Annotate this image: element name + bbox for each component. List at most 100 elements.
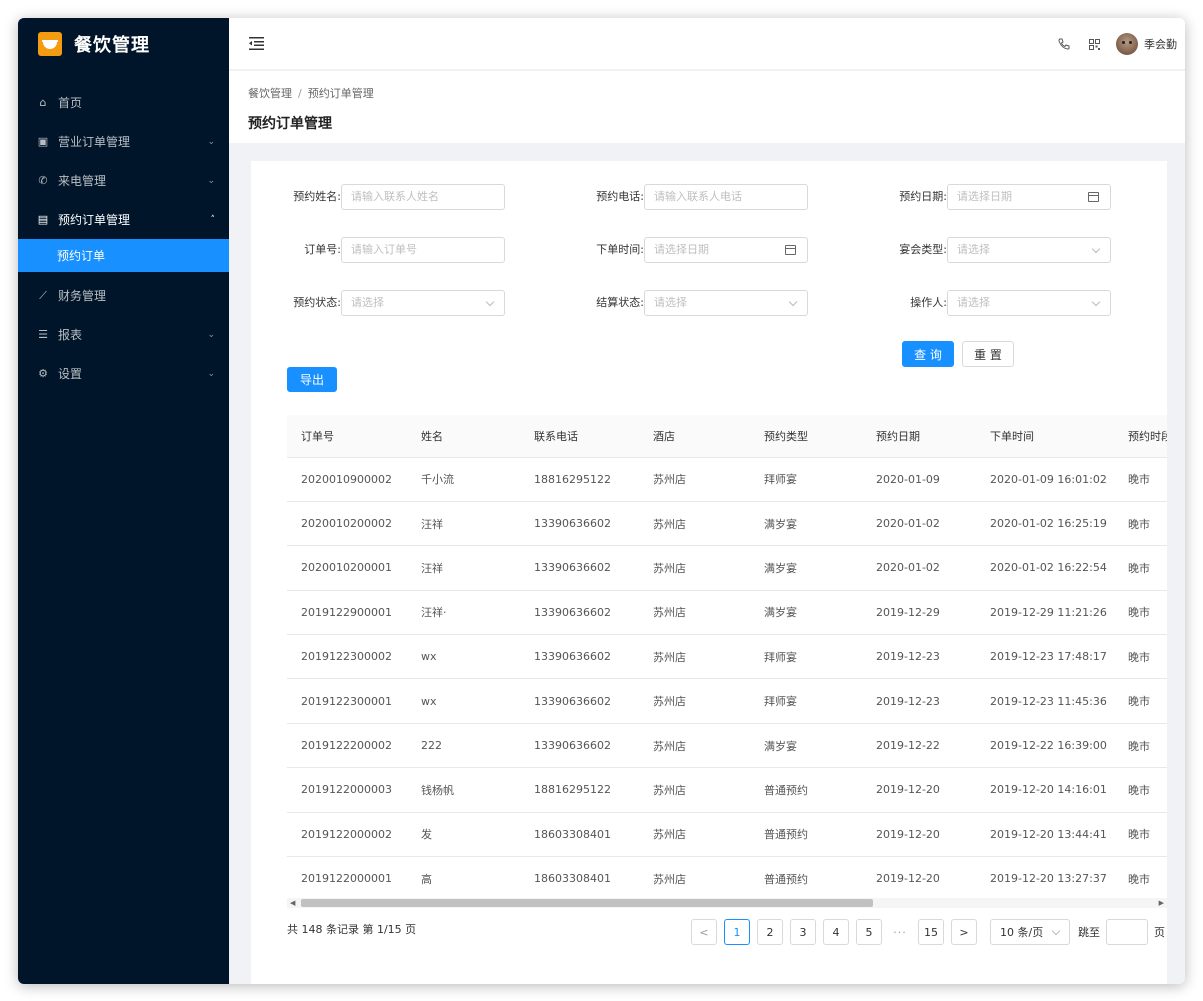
column-header: 预约时段 xyxy=(1114,415,1167,458)
order-icon: ▣ xyxy=(37,135,49,148)
phone-label: 预约电话: xyxy=(596,190,644,203)
page-button[interactable]: 2 xyxy=(757,919,783,945)
column-header: 预约日期 xyxy=(862,415,976,458)
status-select[interactable]: 请选择 xyxy=(341,290,505,316)
order-time-picker[interactable]: 请选择日期 xyxy=(644,237,808,263)
cell-date: 2019-12-23 xyxy=(862,678,976,724)
table-row[interactable]: 2019122000002 发 18603308401 苏州店 普通预约 201… xyxy=(287,812,1167,858)
sidebar-item-booking-orders[interactable]: ▤ 预约订单管理 ˄ xyxy=(18,200,229,239)
calendar-icon xyxy=(1088,192,1099,202)
cell-phone: 13390636602 xyxy=(520,545,639,591)
cell-phone: 13390636602 xyxy=(520,678,639,724)
sidebar-item-label: 报表 xyxy=(58,328,83,342)
cell-hotel: 苏州店 xyxy=(639,723,750,769)
chevron-down-icon: ⌄ xyxy=(207,368,215,379)
table-row[interactable]: 2019122200002 222 13390636602 苏州店 满岁宴 20… xyxy=(287,723,1167,769)
cell-order-time: 2020-01-09 16:01:02 xyxy=(976,457,1114,502)
operator-select[interactable]: 请选择 xyxy=(947,290,1111,316)
banquet-type-select[interactable]: 请选择 xyxy=(947,237,1111,263)
cell-type: 满岁宴 xyxy=(750,501,862,547)
top-header: 季会勤 xyxy=(229,18,1185,70)
page-button[interactable]: 3 xyxy=(790,919,816,945)
menu-fold-icon[interactable] xyxy=(249,37,264,50)
cell-type: 满岁宴 xyxy=(750,545,862,591)
table-row[interactable]: 2019122900001 汪祥· 13390636602 苏州店 满岁宴 20… xyxy=(287,590,1167,636)
phone-icon: ✆ xyxy=(38,174,48,187)
reset-button[interactable]: 重 置 xyxy=(962,341,1014,367)
next-page-button[interactable]: > xyxy=(951,919,977,945)
table-row[interactable]: 2020010900002 千小流 18816295122 苏州店 拜师宴 20… xyxy=(287,457,1167,502)
chevron-down-icon xyxy=(788,297,798,307)
page-button[interactable]: 4 xyxy=(823,919,849,945)
cell-name: 汪祥· xyxy=(407,590,520,636)
jump-page-input[interactable] xyxy=(1106,919,1148,945)
chart-icon: ⟋ xyxy=(39,288,47,302)
cell-order-time: 2019-12-22 16:39:00 xyxy=(976,723,1114,769)
banquet-type-label: 宴会类型: xyxy=(899,243,947,256)
sidebar-menu: ⌂ 首页 ▣ 营业订单管理 ⌄ ✆ 来电管理 ⌄ ▤ 预约订单管理 ˄ 预约订单… xyxy=(18,83,229,393)
order-time-placeholder: 请选择日期 xyxy=(654,243,709,256)
sidebar-item-finance[interactable]: ⟋ 财务管理 xyxy=(18,276,229,315)
cell-order-time: 2019-12-23 11:45:36 xyxy=(976,678,1114,724)
breadcrumb-root[interactable]: 餐饮管理 xyxy=(248,87,292,100)
page-size-select[interactable]: 10 条/页 xyxy=(990,919,1070,945)
cell-name: wx xyxy=(407,678,520,724)
cell-date: 2019-12-22 xyxy=(862,723,976,769)
phone-input[interactable]: 请输入联系人电话 xyxy=(644,184,808,210)
username[interactable]: 季会勤 xyxy=(1144,36,1177,52)
cell-order-no: 2019122300001 xyxy=(287,678,407,724)
settle-status-label: 结算状态: xyxy=(596,296,644,309)
chevron-down-icon xyxy=(485,297,495,307)
qrcode-icon[interactable] xyxy=(1086,36,1102,52)
chevron-down-icon xyxy=(1091,244,1101,254)
sidebar-subitem-booking-order[interactable]: 预约订单 xyxy=(18,239,229,272)
sidebar-item-reports[interactable]: ☰ 报表 ⌄ xyxy=(18,315,229,354)
page-button[interactable]: 5 xyxy=(856,919,882,945)
ellipsis-more[interactable]: ··· xyxy=(889,919,911,945)
sidebar-item-settings[interactable]: ⚙ 设置 ⌄ xyxy=(18,354,229,393)
cell-name: 222 xyxy=(407,723,520,769)
scroll-left-icon[interactable]: ◀ xyxy=(290,898,295,908)
horizontal-scrollbar[interactable]: ◀ ▶ xyxy=(287,898,1167,908)
table-row[interactable]: 2020010200002 汪祥 13390636602 苏州店 满岁宴 202… xyxy=(287,501,1167,547)
table-row[interactable]: 2020010200001 汪祥 13390636602 苏州店 满岁宴 202… xyxy=(287,545,1167,591)
cell-name: 汪祥 xyxy=(407,545,520,591)
chevron-down-icon xyxy=(1051,926,1061,936)
date-picker[interactable]: 请选择日期 xyxy=(947,184,1111,210)
status-label: 预约状态: xyxy=(293,296,341,309)
page-button[interactable]: 1 xyxy=(724,919,750,945)
cell-type: 普通预约 xyxy=(750,812,862,858)
cell-phone: 18603308401 xyxy=(520,856,639,896)
cell-hotel: 苏州店 xyxy=(639,457,750,502)
scrollbar-thumb[interactable] xyxy=(301,899,873,907)
cell-order-no: 2020010200002 xyxy=(287,501,407,547)
phone-icon[interactable] xyxy=(1056,36,1072,52)
column-header: 联系电话 xyxy=(520,415,639,458)
table-row[interactable]: 2019122000003 钱杨帆 18816295122 苏州店 普通预约 2… xyxy=(287,767,1167,813)
table-row[interactable]: 2019122300002 wx 13390636602 苏州店 拜师宴 201… xyxy=(287,634,1167,680)
name-input[interactable]: 请输入联系人姓名 xyxy=(341,184,505,210)
table-row[interactable]: 2019122000001 高 18603308401 苏州店 普通预约 201… xyxy=(287,856,1167,896)
scroll-right-icon[interactable]: ▶ xyxy=(1159,898,1164,908)
column-header: 预约类型 xyxy=(750,415,862,458)
page-button[interactable]: 15 xyxy=(918,919,944,945)
settle-status-select[interactable]: 请选择 xyxy=(644,290,808,316)
booking-icon: ▤ xyxy=(37,213,49,226)
cell-date: 2020-01-09 xyxy=(862,457,976,502)
table-row[interactable]: 2019122300001 wx 13390636602 苏州店 拜师宴 201… xyxy=(287,678,1167,724)
order-no-input[interactable]: 请输入订单号 xyxy=(341,237,505,263)
date-label: 预约日期: xyxy=(899,190,947,203)
avatar[interactable] xyxy=(1116,33,1138,55)
sidebar-item-calls[interactable]: ✆ 来电管理 ⌄ xyxy=(18,161,229,200)
query-button[interactable]: 查 询 xyxy=(902,341,954,367)
orders-table: 订单号 姓名 联系电话 酒店 预约类型 预约日期 下单时间 预约时段 20200… xyxy=(287,415,1167,896)
cell-slot: 晚市 xyxy=(1114,457,1167,502)
sidebar-item-business-orders[interactable]: ▣ 营业订单管理 ⌄ xyxy=(18,122,229,161)
cell-type: 拜师宴 xyxy=(750,634,862,680)
app-title: 餐饮管理 xyxy=(74,35,150,56)
cell-order-no: 2019122000002 xyxy=(287,812,407,858)
list-icon: ☰ xyxy=(38,328,48,341)
sidebar-item-home[interactable]: ⌂ 首页 xyxy=(18,83,229,122)
prev-page-button[interactable]: < xyxy=(691,919,717,945)
export-button[interactable]: 导出 xyxy=(287,367,337,392)
